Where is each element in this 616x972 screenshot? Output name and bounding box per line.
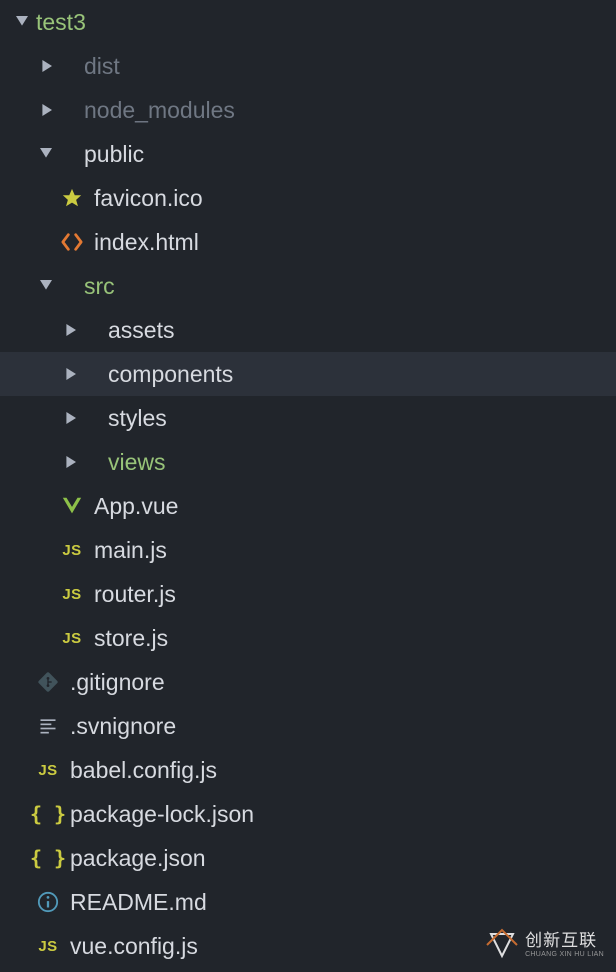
file-label: babel.config.js: [70, 757, 217, 784]
folder-label: node_modules: [84, 97, 235, 124]
file-label: store.js: [94, 625, 168, 652]
folder-label: test3: [36, 9, 86, 36]
tree-folder-views[interactable]: views: [0, 440, 616, 484]
folder-label: dist: [84, 53, 120, 80]
tree-file-main-js[interactable]: JS main.js: [0, 528, 616, 572]
watermark-logo-icon: [485, 928, 519, 962]
tree-file-index-html[interactable]: index.html: [0, 220, 616, 264]
git-icon: [36, 670, 60, 694]
chevron-right-icon: [60, 452, 80, 472]
json-icon: { }: [36, 846, 60, 870]
folder-label: components: [108, 361, 233, 388]
file-label: .svnignore: [70, 713, 176, 740]
file-label: favicon.ico: [94, 185, 203, 212]
folder-label: src: [84, 273, 115, 300]
file-label: main.js: [94, 537, 167, 564]
tree-folder-src[interactable]: src: [0, 264, 616, 308]
tree-file-favicon[interactable]: favicon.ico: [0, 176, 616, 220]
tree-folder-dist[interactable]: dist: [0, 44, 616, 88]
tree-file-svnignore[interactable]: .svnignore: [0, 704, 616, 748]
folder-label: styles: [108, 405, 167, 432]
chevron-right-icon: [36, 56, 56, 76]
chevron-down-icon: [36, 276, 56, 296]
js-icon: JS: [60, 538, 84, 562]
text-lines-icon: [36, 714, 60, 738]
file-label: vue.config.js: [70, 933, 198, 960]
watermark: 创新互联 CHUANG XIN HU LIAN: [485, 928, 604, 962]
chevron-right-icon: [60, 320, 80, 340]
tree-file-app-vue[interactable]: App.vue: [0, 484, 616, 528]
tree-folder-styles[interactable]: styles: [0, 396, 616, 440]
vue-icon: [60, 494, 84, 518]
chevron-right-icon: [60, 364, 80, 384]
file-label: index.html: [94, 229, 199, 256]
tree-folder-node-modules[interactable]: node_modules: [0, 88, 616, 132]
folder-label: assets: [108, 317, 174, 344]
watermark-text-en: CHUANG XIN HU LIAN: [525, 951, 604, 958]
chevron-right-icon: [60, 408, 80, 428]
folder-label: public: [84, 141, 144, 168]
tree-file-gitignore[interactable]: .gitignore: [0, 660, 616, 704]
chevron-down-icon: [36, 144, 56, 164]
chevron-down-icon: [12, 12, 32, 32]
file-label: router.js: [94, 581, 176, 608]
tree-folder-assets[interactable]: assets: [0, 308, 616, 352]
js-icon: JS: [60, 626, 84, 650]
star-icon: [60, 186, 84, 210]
tree-folder-components[interactable]: components: [0, 352, 616, 396]
file-label: README.md: [70, 889, 207, 916]
chevron-right-icon: [36, 100, 56, 120]
tree-file-store-js[interactable]: JS store.js: [0, 616, 616, 660]
file-tree: test3 dist node_modules public favicon.i…: [0, 0, 616, 968]
tree-file-package-json[interactable]: { } package.json: [0, 836, 616, 880]
js-icon: JS: [60, 582, 84, 606]
info-icon: [36, 890, 60, 914]
tree-file-package-lock[interactable]: { } package-lock.json: [0, 792, 616, 836]
tree-file-readme[interactable]: README.md: [0, 880, 616, 924]
watermark-text-cn: 创新互联: [525, 932, 604, 949]
js-icon: JS: [36, 934, 60, 958]
file-label: App.vue: [94, 493, 178, 520]
file-label: package-lock.json: [70, 801, 254, 828]
tree-file-babel-config[interactable]: JS babel.config.js: [0, 748, 616, 792]
file-label: .gitignore: [70, 669, 165, 696]
tree-file-router-js[interactable]: JS router.js: [0, 572, 616, 616]
folder-label: views: [108, 449, 166, 476]
file-label: package.json: [70, 845, 206, 872]
json-icon: { }: [36, 802, 60, 826]
tree-folder-root[interactable]: test3: [0, 0, 616, 44]
js-icon: JS: [36, 758, 60, 782]
tree-folder-public[interactable]: public: [0, 132, 616, 176]
html-icon: [60, 230, 84, 254]
